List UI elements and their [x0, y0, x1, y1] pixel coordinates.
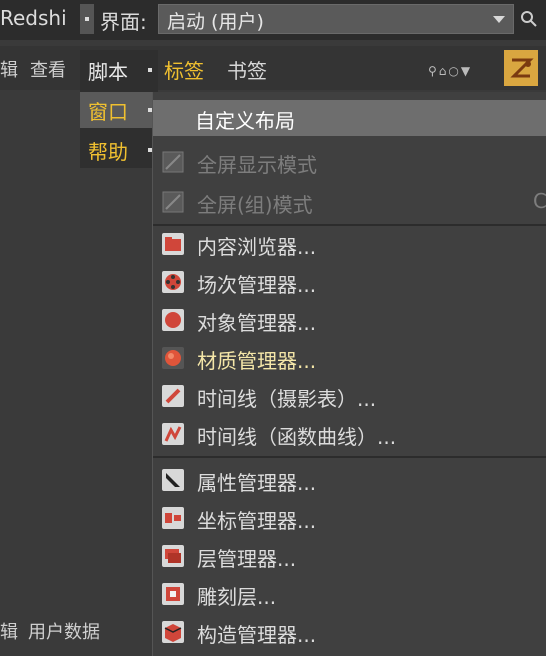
layer-manager-icon — [161, 544, 185, 568]
menu-item-timeline-fcurve[interactable]: 时间线（函数曲线）... — [153, 416, 548, 452]
search-icon[interactable]: ⚲ — [428, 64, 437, 78]
arrow-dot-icon — [85, 17, 89, 21]
menu-item-content-browser[interactable]: 内容浏览器... — [153, 226, 548, 262]
menu-item-attribute-manager[interactable]: 属性管理器... — [153, 462, 548, 498]
menu-item-coordinate-manager[interactable]: 坐标管理器... — [153, 500, 548, 536]
layout-select-value: 启动 (用户) — [167, 11, 264, 33]
menu-item-sculpt-layers[interactable]: 雕刻层... — [153, 576, 548, 612]
tab-edit[interactable]: 辑 — [0, 622, 18, 643]
menu-item-take-manager[interactable]: 场次管理器... — [153, 264, 548, 300]
home-icon[interactable]: ⌂ — [439, 64, 447, 78]
chevron-down-icon — [493, 16, 505, 23]
take-manager-icon — [161, 270, 185, 294]
shortcut-label: C — [533, 189, 547, 213]
circle-icon[interactable]: ○ — [448, 64, 458, 78]
construction-manager-icon — [161, 620, 185, 644]
tab-user-data[interactable]: 用户数据 — [28, 622, 100, 643]
arrow-dot-icon — [148, 68, 152, 72]
attribute-manager-icon — [161, 468, 185, 492]
submenu-item-window[interactable]: 窗口 — [80, 92, 158, 128]
tags-tab[interactable]: 标签 — [164, 55, 204, 84]
menu-item-material-manager[interactable]: 材质管理器... — [153, 340, 548, 376]
menu-view[interactable]: 查看 — [30, 60, 66, 81]
menu-item-fullscreen-mode: 全屏显示模式 — [153, 144, 548, 180]
coordinate-manager-icon — [161, 506, 185, 530]
submenu-item-script[interactable]: 脚本 — [80, 52, 158, 88]
app-title: Redshi — [0, 6, 67, 30]
main-submenu: 脚本 窗口 帮助 — [80, 50, 158, 168]
submenu-item-help[interactable]: 帮助 — [80, 132, 158, 168]
left-menu-row: 辑查看 — [0, 56, 78, 82]
menu-edit[interactable]: 辑 — [0, 60, 18, 81]
fullscreen-icon — [161, 150, 185, 174]
menu-item-construction-manager[interactable]: 构造管理器... — [153, 614, 548, 650]
menu-separator — [153, 456, 548, 458]
window-dropdown-menu: 自定义布局 全屏显示模式 全屏(组)模式 C 内容浏览器... 场次管理器...… — [152, 92, 548, 656]
interface-label: 界面: — [100, 10, 147, 34]
layout-toggle-button[interactable] — [504, 50, 538, 86]
search-icon[interactable] — [518, 8, 540, 30]
material-manager-icon — [161, 346, 185, 370]
fullscreen-group-icon — [161, 190, 185, 214]
timeline-dopesheet-icon — [161, 384, 185, 408]
row-tool-icons: ⚲ ⌂ ○ ▼ — [428, 60, 472, 80]
content-browser-icon — [161, 232, 185, 256]
timeline-fcurve-icon — [161, 422, 185, 446]
bottom-left-tabs: 辑用户数据 — [0, 618, 110, 644]
menu-item-layer-manager[interactable]: 层管理器... — [153, 538, 548, 574]
filter-icon[interactable]: ▼ — [461, 64, 470, 78]
menu-item-custom-layout[interactable]: 自定义布局 — [153, 100, 548, 136]
menu-item-fullscreen-group-mode: 全屏(组)模式 C — [153, 184, 548, 220]
bookmarks-tab[interactable]: 书签 — [227, 55, 267, 84]
menu-item-object-manager[interactable]: 对象管理器... — [153, 302, 548, 338]
sculpt-layers-icon — [161, 582, 185, 606]
layout-select[interactable]: 启动 (用户) — [158, 4, 514, 34]
menu-item-timeline-dopesheet[interactable]: 时间线（摄影表）... — [153, 378, 548, 414]
menu-expand-handle[interactable] — [80, 4, 94, 34]
object-manager-icon — [161, 308, 185, 332]
